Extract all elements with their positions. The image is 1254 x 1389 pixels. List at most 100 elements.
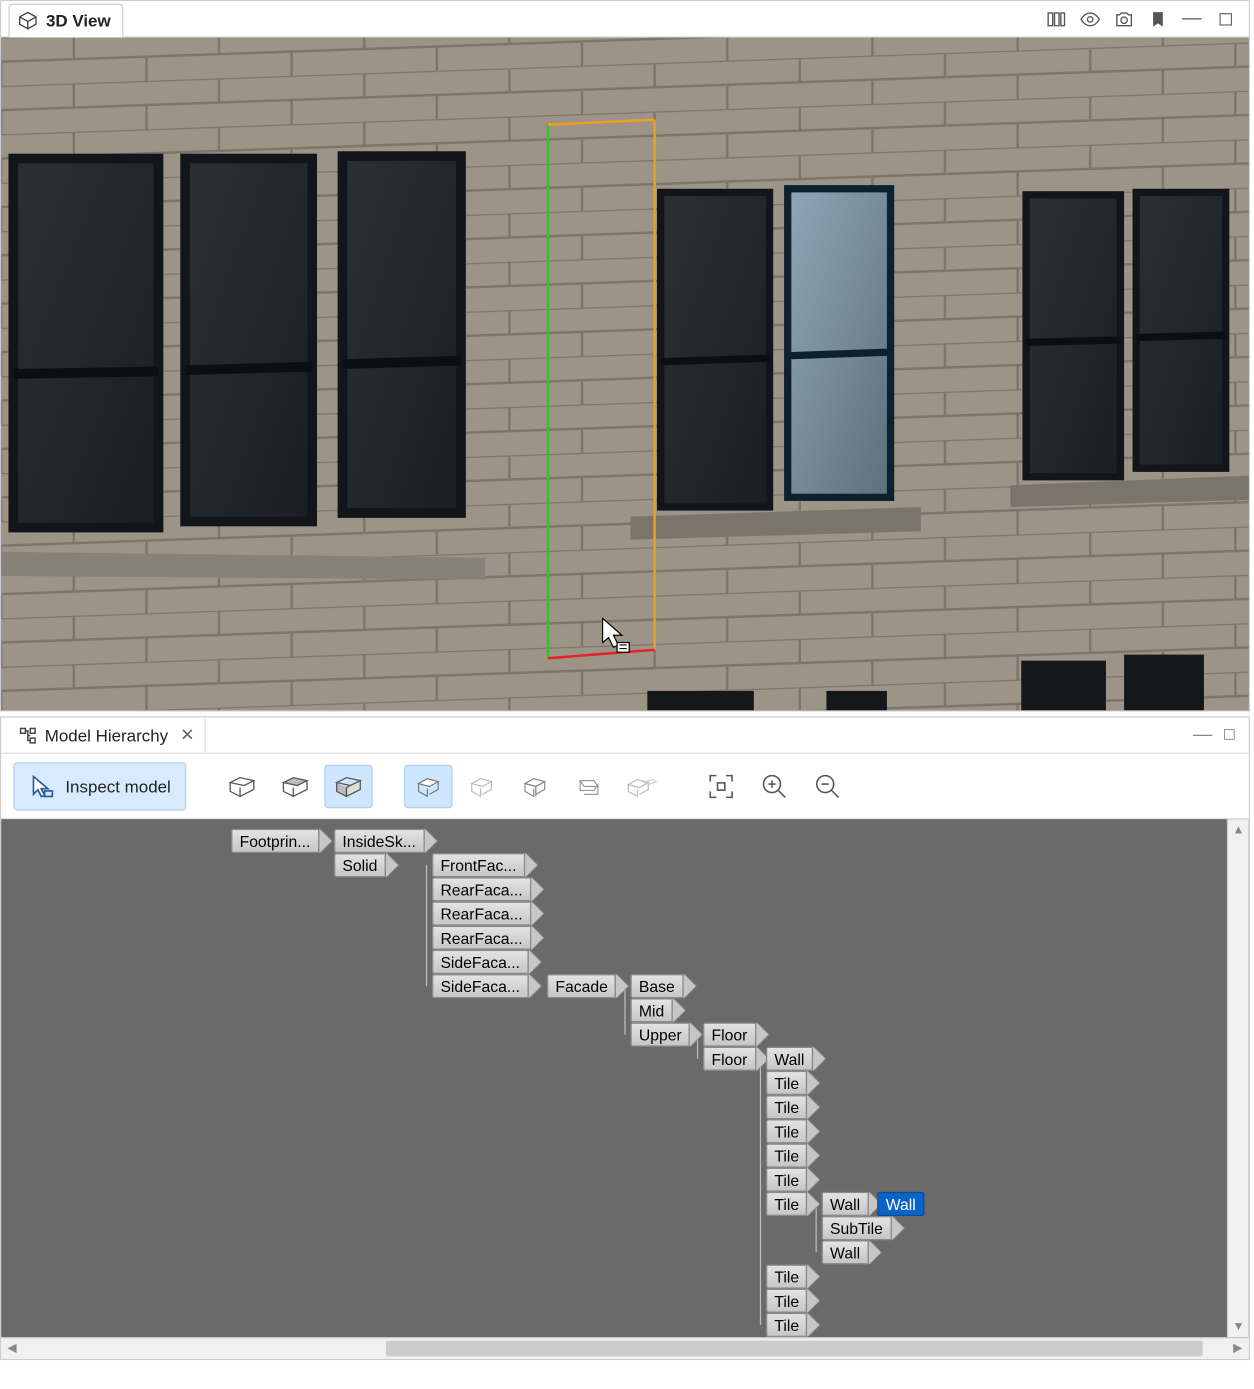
inspect-model-button[interactable]: Inspect model [13, 762, 186, 810]
tree-node-insidesk[interactable]: InsideSk... [334, 829, 436, 853]
close-icon[interactable]: ✕ [180, 725, 194, 746]
zoom-in-button[interactable] [750, 764, 798, 808]
window-left-group [13, 156, 461, 527]
tree-node-wall1[interactable]: Wall [822, 1192, 881, 1216]
model-hierarchy-tree[interactable]: Footprin...InsideSk...SolidFrontFac...Re… [1, 819, 1249, 1337]
scroll-left-icon[interactable]: ◀ [1, 1338, 23, 1359]
tree-node-tile6[interactable]: Tile [766, 1192, 820, 1216]
tree-node-label: Tile [766, 1313, 808, 1337]
display-mode-5-button[interactable] [617, 764, 665, 808]
inspect-cursor-icon [29, 773, 56, 800]
vertical-scrollbar[interactable]: ▲ ▼ [1227, 819, 1249, 1337]
chevron-right-icon [891, 1216, 903, 1240]
model-hierarchy-tab[interactable]: Model Hierarchy ✕ [8, 718, 205, 752]
tree-node-rearfaca1[interactable]: RearFaca... [432, 877, 543, 901]
chevron-right-icon [808, 1119, 820, 1143]
tree-node-label: Tile [766, 1119, 808, 1143]
box-mode-2-button[interactable] [271, 764, 319, 808]
bookmark-icon[interactable] [1147, 8, 1169, 30]
tree-node-tile1[interactable]: Tile [766, 1071, 820, 1095]
tree-node-wall0[interactable]: Wall [766, 1047, 825, 1071]
chevron-right-icon [808, 1143, 820, 1167]
model-hierarchy-panel: Model Hierarchy ✕ — Inspect model Footpr… [0, 716, 1250, 1360]
tree-node-label: SideFaca... [432, 974, 529, 998]
chevron-right-icon [531, 926, 543, 950]
tree-node-subtile[interactable]: SubTile [822, 1216, 904, 1240]
box-mode-1-button[interactable] [218, 764, 266, 808]
tree-node-label: Wall [877, 1192, 924, 1216]
tree-node-label: InsideSk... [334, 829, 424, 853]
zoom-out-button[interactable] [804, 764, 852, 808]
tree-node-tile3[interactable]: Tile [766, 1119, 820, 1143]
tree-node-wall_sel[interactable]: Wall [877, 1192, 924, 1216]
tree-node-mid[interactable]: Mid [630, 998, 684, 1022]
display-mode-4-button[interactable] [564, 764, 612, 808]
box-mode-3-button[interactable] [324, 764, 372, 808]
tree-node-sidefaca2[interactable]: SideFaca... [432, 974, 541, 998]
camera-icon[interactable] [1113, 8, 1135, 30]
horizontal-scrollbar[interactable]: ◀ ▶ [1, 1337, 1249, 1359]
scroll-right-icon[interactable]: ▶ [1227, 1338, 1249, 1359]
tree-node-rearfaca3[interactable]: RearFaca... [432, 926, 543, 950]
tree-node-sidefaca1[interactable]: SideFaca... [432, 950, 541, 974]
tree-node-upper[interactable]: Upper [630, 1022, 702, 1046]
tree-node-tile4[interactable]: Tile [766, 1143, 820, 1167]
display-mode-1-button[interactable] [404, 764, 452, 808]
tree-node-floor1[interactable]: Floor [703, 1022, 768, 1046]
tree-node-tile5[interactable]: Tile [766, 1168, 820, 1192]
tree-node-floor2[interactable]: Floor [703, 1047, 768, 1071]
cube-icon [17, 9, 39, 31]
tree-node-label: Base [630, 974, 683, 998]
3d-scene-render [1, 38, 1249, 711]
tree-node-tile8[interactable]: Tile [766, 1289, 820, 1313]
tree-node-facade[interactable]: Facade [547, 974, 629, 998]
model-hierarchy-title: Model Hierarchy [45, 725, 168, 744]
tree-node-solid[interactable]: Solid [334, 853, 398, 877]
scroll-up-icon[interactable]: ▲ [1228, 819, 1249, 841]
maximize-icon[interactable] [1222, 725, 1237, 744]
tree-node-label: RearFaca... [432, 926, 531, 950]
chevron-right-icon [813, 1047, 825, 1071]
minimize-icon[interactable]: — [1181, 8, 1203, 30]
tree-node-tile7[interactable]: Tile [766, 1264, 820, 1288]
tree-node-base[interactable]: Base [630, 974, 695, 998]
eye-icon[interactable] [1079, 8, 1101, 30]
chevron-right-icon [528, 974, 540, 998]
chevron-right-icon [673, 998, 685, 1022]
tree-icon [18, 725, 37, 744]
tree-node-label: Wall [822, 1240, 869, 1264]
chevron-right-icon [869, 1240, 881, 1264]
tree-node-footprint[interactable]: Footprin... [231, 829, 331, 853]
3d-viewport[interactable] [1, 38, 1249, 711]
tree-node-label: FrontFac... [432, 853, 525, 877]
3d-view-title: 3D View [46, 10, 111, 29]
chevron-right-icon [808, 1095, 820, 1119]
scroll-down-icon[interactable]: ▼ [1228, 1315, 1249, 1337]
tree-node-label: Tile [766, 1071, 808, 1095]
tree-node-rearfaca2[interactable]: RearFaca... [432, 901, 543, 925]
tree-node-label: SubTile [822, 1216, 892, 1240]
minimize-icon[interactable]: — [1193, 724, 1212, 746]
display-mode-2-button[interactable] [458, 764, 506, 808]
tree-node-label: Tile [766, 1289, 808, 1313]
tree-node-label: Tile [766, 1264, 808, 1288]
tree-node-frontfac[interactable]: FrontFac... [432, 853, 537, 877]
3d-view-title-icons: — [1045, 8, 1241, 30]
tree-node-wall2[interactable]: Wall [822, 1240, 881, 1264]
chevron-right-icon [531, 901, 543, 925]
views-icon[interactable] [1045, 8, 1067, 30]
scrollbar-thumb[interactable] [386, 1341, 1203, 1357]
chevron-right-icon [531, 877, 543, 901]
tree-node-tile9[interactable]: Tile [766, 1313, 820, 1337]
chevron-right-icon [525, 853, 537, 877]
maximize-icon[interactable] [1215, 8, 1237, 30]
fit-extent-button[interactable] [697, 764, 745, 808]
tree-node-label: RearFaca... [432, 877, 531, 901]
chevron-right-icon [683, 974, 695, 998]
model-hierarchy-titlebar: Model Hierarchy ✕ — [1, 718, 1249, 754]
tree-node-label: Upper [630, 1022, 690, 1046]
tree-node-tile2[interactable]: Tile [766, 1095, 820, 1119]
display-mode-3-button[interactable] [511, 764, 559, 808]
3d-view-tab[interactable]: 3D View [8, 3, 123, 37]
tree-node-label: Tile [766, 1168, 808, 1192]
